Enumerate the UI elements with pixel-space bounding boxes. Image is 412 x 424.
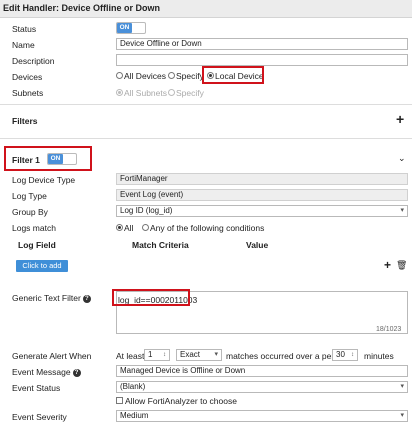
generic-text-filter-label: Generic Text Filter? xyxy=(12,293,91,303)
col-match-criteria: Match Criteria xyxy=(132,240,189,250)
col-log-field: Log Field xyxy=(18,240,56,250)
filter1-title: Filter 1 xyxy=(12,155,40,165)
event-severity-select[interactable]: Medium ▾ xyxy=(116,410,408,422)
event-status-select[interactable]: (Blank) ▾ xyxy=(116,381,408,393)
page-title: Edit Handler: Device Offline or Down xyxy=(3,3,161,13)
minutes-label: minutes xyxy=(364,351,394,361)
stepper-icon: ↕ xyxy=(351,352,354,358)
name-input[interactable]: Device Offline or Down xyxy=(116,38,408,50)
group-by-value: Log ID (log_id) xyxy=(120,206,173,215)
dropdown-caret-icon: ▾ xyxy=(400,412,404,419)
devices-all-label: All Devices xyxy=(124,71,167,81)
event-severity-label: Event Severity xyxy=(12,412,67,422)
char-count: 18/1023 xyxy=(376,326,402,333)
allow-fa-label: Allow FortiAnalyzer to choose xyxy=(125,396,237,406)
devices-specify-label: Specify xyxy=(176,71,204,81)
devices-label: Devices xyxy=(12,72,43,82)
subnets-all-label: All Subnets xyxy=(124,88,167,98)
logs-match-label: Logs match xyxy=(12,223,56,233)
col-value: Value xyxy=(246,240,269,250)
logs-match-any-radio[interactable] xyxy=(142,224,149,231)
subnets-specify-label: Specify xyxy=(176,88,204,98)
help-icon[interactable]: ? xyxy=(72,368,81,377)
logs-match-any-label: Any of the following conditions xyxy=(150,223,265,233)
count-stepper[interactable]: 1 ↕ xyxy=(144,349,170,361)
description-label: Description xyxy=(12,56,55,66)
event-status-label: Event Status xyxy=(12,383,61,393)
add-filter-plus-icon[interactable]: + xyxy=(396,111,404,127)
click-to-add-button[interactable]: Click to add xyxy=(16,260,68,272)
log-type-value: Event Log (event) xyxy=(120,190,184,199)
divider xyxy=(0,104,412,105)
log-type-label: Log Type xyxy=(12,191,47,201)
subnets-specify-radio[interactable] xyxy=(168,89,175,96)
count-value: 1 xyxy=(148,350,153,359)
dropdown-caret-icon: ▾ xyxy=(400,383,404,390)
name-label: Name xyxy=(12,40,35,50)
help-icon[interactable]: ? xyxy=(82,294,91,303)
generic-text-filter-text: Generic Text Filter xyxy=(12,293,81,303)
subnets-all-radio[interactable] xyxy=(116,89,123,96)
dropdown-caret-icon: ▾ xyxy=(400,207,404,214)
event-message-text: Event Message xyxy=(12,367,71,377)
divider xyxy=(0,138,412,139)
allow-fa-checkbox[interactable] xyxy=(116,397,123,404)
event-message-label: Event Message? xyxy=(12,367,81,377)
period-value: 30 xyxy=(336,350,345,359)
logs-match-all-radio[interactable] xyxy=(116,224,123,231)
log-device-type-select[interactable]: FortiManager xyxy=(116,173,408,185)
title-bar: Edit Handler: Device Offline or Down xyxy=(0,0,412,18)
description-input[interactable] xyxy=(116,54,408,66)
log-device-type-label: Log Device Type xyxy=(12,175,76,185)
event-message-input[interactable]: Managed Device is Offline or Down xyxy=(116,365,408,377)
status-toggle[interactable]: ON xyxy=(116,22,146,34)
stepper-icon: ↕ xyxy=(163,352,166,358)
log-device-type-value: FortiManager xyxy=(120,174,168,183)
chevron-down-icon[interactable]: ⌄ xyxy=(398,153,406,164)
group-by-select[interactable]: Log ID (log_id) ▾ xyxy=(116,205,408,217)
status-toggle-on: ON xyxy=(117,23,132,33)
highlight-generic-filter xyxy=(112,289,190,306)
filter1-toggle[interactable]: ON xyxy=(47,153,77,165)
log-type-select[interactable]: Event Log (event) xyxy=(116,189,408,201)
status-label: Status xyxy=(12,24,37,34)
trash-icon[interactable]: 🗑 xyxy=(396,260,407,271)
mode-value: Exact xyxy=(180,350,201,359)
group-by-label: Group By xyxy=(12,207,48,217)
highlight-local-device xyxy=(202,66,264,84)
devices-all-radio[interactable] xyxy=(116,72,123,79)
dropdown-caret-icon: ▾ xyxy=(214,351,218,358)
subnets-label: Subnets xyxy=(12,88,44,98)
mode-select[interactable]: Exact ▾ xyxy=(176,349,222,361)
period-stepper[interactable]: 30 ↕ xyxy=(332,349,358,361)
logs-match-all-label: All xyxy=(124,223,134,233)
event-status-value: (Blank) xyxy=(120,382,146,391)
generate-alert-label: Generate Alert When xyxy=(12,351,92,361)
devices-specify-radio[interactable] xyxy=(168,72,175,79)
event-severity-value: Medium xyxy=(120,411,149,420)
add-row-plus-icon[interactable]: + xyxy=(384,258,391,272)
filters-label: Filters xyxy=(12,116,38,126)
at-least-label: At least xyxy=(116,351,145,361)
filter1-toggle-on: ON xyxy=(48,154,63,164)
